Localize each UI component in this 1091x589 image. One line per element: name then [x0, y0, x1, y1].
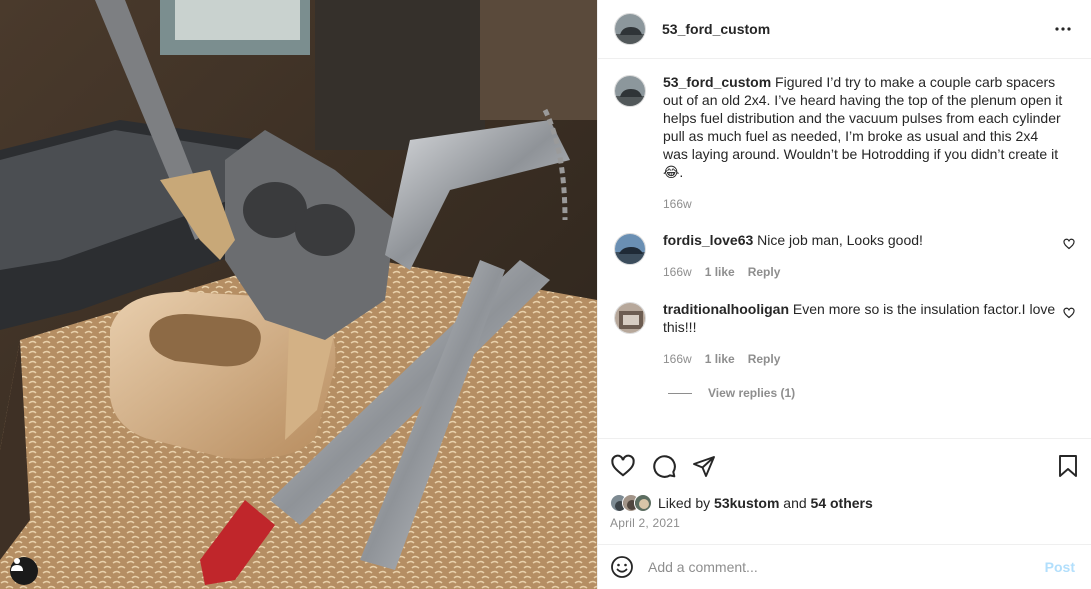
liker-avatar	[634, 494, 652, 512]
post-date[interactable]: April 2, 2021	[610, 516, 1079, 530]
emoji-smiley-icon[interactable]	[610, 555, 634, 579]
comment-username[interactable]: traditionalhooligan	[663, 301, 789, 317]
bookmark-icon[interactable]	[1057, 454, 1079, 478]
caption-avatar[interactable]	[614, 75, 646, 107]
likes-summary: Liked by 53kustom and 54 others	[610, 494, 1079, 512]
commenter-avatar[interactable]	[614, 233, 646, 265]
reply-button[interactable]: Reply	[748, 263, 781, 281]
tagged-user-icon[interactable]	[10, 557, 38, 585]
share-send-icon[interactable]	[692, 454, 716, 478]
comment-item: fordis_love63 Nice job man, Looks good! …	[614, 231, 1075, 281]
comment-username[interactable]: fordis_love63	[663, 232, 753, 248]
post-header: 53_ford_custom	[598, 0, 1091, 59]
comment-likes[interactable]: 1 like	[705, 350, 735, 368]
liked-by-others[interactable]: 54 others	[811, 495, 873, 511]
like-comment-heart-icon[interactable]	[1063, 306, 1075, 322]
person-avatar-image	[615, 303, 645, 333]
author-avatar[interactable]	[614, 13, 646, 45]
like-comment-heart-icon[interactable]	[1063, 237, 1075, 253]
liked-by-and: and	[783, 495, 807, 511]
person-icon	[11, 558, 23, 571]
caption: 53_ford_custom Figured I’d try to make a…	[614, 73, 1075, 213]
divider-line	[668, 392, 692, 394]
comments-list[interactable]: 53_ford_custom Figured I’d try to make a…	[598, 59, 1091, 438]
post-side-panel: 53_ford_custom 53_ford_custom Figured I’…	[597, 0, 1091, 589]
caption-age[interactable]: 166w	[663, 195, 692, 213]
comment-text: Nice job man, Looks good!	[757, 232, 923, 248]
post-comment-button[interactable]: Post	[1045, 559, 1075, 575]
workbench-photo	[0, 0, 597, 589]
post-photo[interactable]	[0, 0, 597, 589]
comment-bubble-icon[interactable]	[651, 453, 677, 479]
author-username[interactable]: 53_ford_custom	[662, 21, 770, 37]
car-avatar-image	[615, 234, 645, 264]
comment-age[interactable]: 166w	[663, 263, 692, 281]
liked-by-prefix: Liked by	[658, 495, 711, 511]
post-actions: Liked by 53kustom and 54 others April 2,…	[598, 438, 1091, 544]
more-options-icon[interactable]	[1051, 17, 1075, 41]
car-avatar-image	[615, 76, 645, 106]
add-comment-input[interactable]	[648, 559, 1045, 575]
comment-age[interactable]: 166w	[663, 350, 692, 368]
like-heart-icon[interactable]	[610, 453, 636, 479]
comment-likes[interactable]: 1 like	[705, 263, 735, 281]
liker-avatars	[610, 494, 652, 512]
add-comment-bar: Post	[598, 544, 1091, 589]
view-replies-button[interactable]: View replies (1)	[668, 386, 1075, 400]
comment-item: traditionalhooligan Even more so is the …	[614, 300, 1075, 368]
commenter-avatar[interactable]	[614, 302, 646, 334]
view-replies-label: View replies (1)	[708, 386, 796, 400]
post-dialog: 53_ford_custom 53_ford_custom Figured I’…	[0, 0, 1091, 589]
caption-username[interactable]: 53_ford_custom	[663, 74, 771, 90]
reply-button[interactable]: Reply	[748, 350, 781, 368]
car-avatar-image	[615, 14, 645, 44]
liked-by-user[interactable]: 53kustom	[714, 495, 779, 511]
